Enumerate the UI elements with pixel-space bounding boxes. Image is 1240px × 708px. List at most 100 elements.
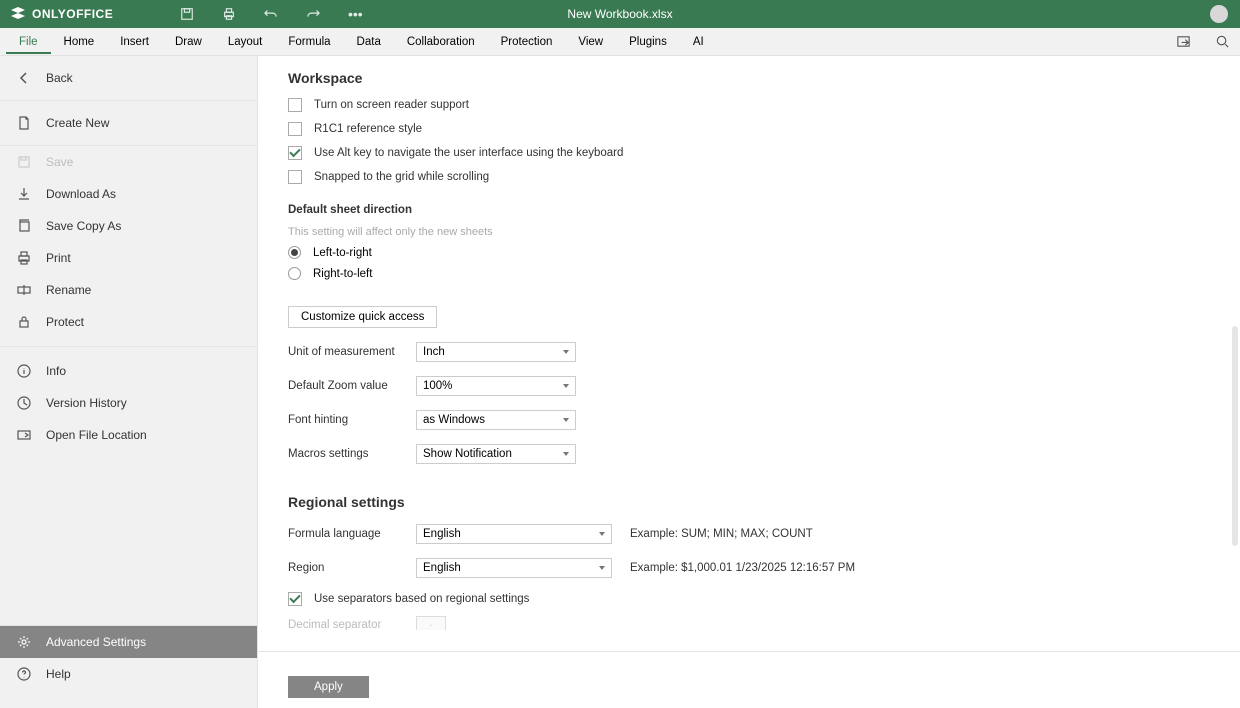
use-separators-checkbox[interactable] (288, 592, 302, 606)
gear-icon (17, 635, 31, 649)
ltr-radio[interactable] (288, 246, 301, 259)
tab-collaboration[interactable]: Collaboration (394, 30, 488, 54)
open-file-location-label: Open File Location (46, 428, 147, 442)
new-file-icon (17, 116, 31, 130)
help-label: Help (46, 667, 71, 681)
undo-icon[interactable] (264, 7, 278, 21)
region-label: Region (288, 562, 398, 574)
screen-reader-label: Turn on screen reader support (314, 99, 469, 111)
unit-label: Unit of measurement (288, 346, 398, 358)
rtl-radio[interactable] (288, 267, 301, 280)
tab-plugins[interactable]: Plugins (616, 30, 680, 54)
screen-reader-checkbox[interactable] (288, 98, 302, 112)
download-icon (17, 187, 31, 201)
scrollbar[interactable] (1232, 326, 1238, 546)
history-icon (17, 396, 31, 410)
open-location-icon[interactable] (1176, 34, 1191, 49)
user-avatar[interactable] (1210, 5, 1228, 23)
document-title: New Workbook.xlsx (567, 7, 672, 21)
titlebar: ONLYOFFICE ••• New Workbook.xlsx (0, 0, 1240, 28)
tab-home[interactable]: Home (51, 30, 108, 54)
decimal-separator-input: . (416, 616, 446, 630)
rtl-label: Right-to-left (313, 268, 372, 280)
tab-data[interactable]: Data (344, 30, 394, 54)
region-select[interactable]: English (416, 558, 612, 578)
help-button[interactable]: Help (0, 658, 257, 690)
back-label: Back (46, 71, 73, 85)
search-icon[interactable] (1215, 34, 1230, 49)
apply-button[interactable]: Apply (288, 676, 369, 698)
save-copy-as-label: Save Copy As (46, 219, 121, 233)
protect-label: Protect (46, 315, 84, 329)
tab-protection[interactable]: Protection (488, 30, 566, 54)
workspace-heading: Workspace (288, 70, 1240, 86)
rename-button[interactable]: Rename (0, 274, 257, 306)
file-sidebar: Back Create New Save Download As Save Co… (0, 56, 258, 708)
tab-insert[interactable]: Insert (107, 30, 162, 54)
zoom-label: Default Zoom value (288, 380, 398, 392)
ltr-label: Left-to-right (313, 247, 372, 259)
use-separators-label: Use separators based on regional setting… (314, 593, 529, 605)
save-copy-as-button[interactable]: Save Copy As (0, 210, 257, 242)
rename-icon (17, 283, 31, 297)
info-button[interactable]: Info (0, 355, 257, 387)
more-icon[interactable]: ••• (348, 6, 363, 22)
decimal-separator-label: Decimal separator (288, 619, 398, 630)
tab-view[interactable]: View (565, 30, 616, 54)
alt-key-nav-label: Use Alt key to navigate the user interfa… (314, 147, 623, 159)
tab-draw[interactable]: Draw (162, 30, 215, 54)
snap-grid-checkbox[interactable] (288, 170, 302, 184)
macros-label: Macros settings (288, 448, 398, 460)
create-new-label: Create New (46, 116, 109, 130)
advanced-settings-button[interactable]: Advanced Settings (0, 626, 257, 658)
unit-select[interactable]: Inch (416, 342, 576, 362)
font-hinting-select[interactable]: as Windows (416, 410, 576, 430)
download-as-button[interactable]: Download As (0, 178, 257, 210)
tab-layout[interactable]: Layout (215, 30, 276, 54)
zoom-select[interactable]: 100% (416, 376, 576, 396)
version-history-label: Version History (46, 396, 127, 410)
regional-heading: Regional settings (288, 494, 1240, 510)
print-label: Print (46, 251, 71, 265)
redo-icon[interactable] (306, 7, 320, 21)
advanced-settings-label: Advanced Settings (46, 635, 146, 649)
save-label: Save (46, 155, 73, 169)
print-icon[interactable] (222, 7, 236, 21)
r1c1-checkbox[interactable] (288, 122, 302, 136)
menu-tabs: File Home Insert Draw Layout Formula Dat… (0, 28, 1240, 56)
print-button[interactable]: Print (0, 242, 257, 274)
macros-select[interactable]: Show Notification (416, 444, 576, 464)
chevron-left-icon (18, 72, 30, 84)
back-button[interactable]: Back (0, 56, 257, 100)
rename-label: Rename (46, 283, 91, 297)
info-label: Info (46, 364, 66, 378)
alt-key-nav-checkbox[interactable] (288, 146, 302, 160)
save-icon[interactable] (180, 7, 194, 21)
protect-button[interactable]: Protect (0, 306, 257, 338)
sheet-direction-note: This setting will affect only the new sh… (288, 226, 1240, 238)
tab-formula[interactable]: Formula (275, 30, 343, 54)
customize-quick-access-button[interactable]: Customize quick access (288, 306, 437, 328)
sheet-direction-heading: Default sheet direction (288, 204, 1240, 216)
brand-label: ONLYOFFICE (32, 7, 113, 21)
settings-panel: Workspace Turn on screen reader support … (258, 56, 1240, 708)
folder-open-icon (17, 428, 31, 442)
version-history-button[interactable]: Version History (0, 387, 257, 419)
open-file-location-button[interactable]: Open File Location (0, 419, 257, 451)
formula-language-select[interactable]: English (416, 524, 612, 544)
main-layout: Back Create New Save Download As Save Co… (0, 56, 1240, 708)
download-as-label: Download As (46, 187, 116, 201)
formula-example: Example: SUM; MIN; MAX; COUNT (630, 528, 813, 540)
save-icon (17, 155, 31, 169)
save-button: Save (0, 146, 257, 178)
help-icon (17, 667, 31, 681)
r1c1-label: R1C1 reference style (314, 123, 422, 135)
font-hinting-label: Font hinting (288, 414, 398, 426)
create-new-button[interactable]: Create New (0, 101, 257, 145)
snap-grid-label: Snapped to the grid while scrolling (314, 171, 489, 183)
tab-file[interactable]: File (6, 30, 51, 54)
quick-access-toolbar: ••• (180, 6, 363, 22)
tab-ai[interactable]: AI (680, 30, 717, 54)
info-icon (17, 364, 31, 378)
formula-language-label: Formula language (288, 528, 398, 540)
